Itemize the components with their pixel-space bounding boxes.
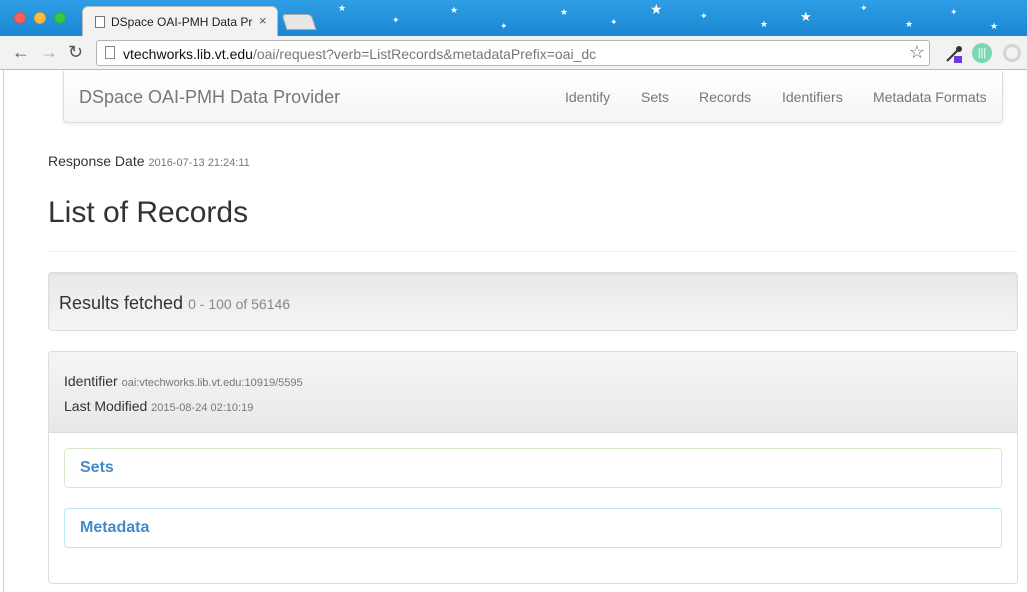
page-icon xyxy=(105,46,115,59)
decor-star-icon: ✦ xyxy=(700,11,708,21)
decor-star-icon: ★ xyxy=(905,19,914,29)
top-navbar: DSpace OAI-PMH Data Provider Identify Se… xyxy=(63,71,1003,123)
nav-records[interactable]: Records xyxy=(699,89,751,105)
metadata-panel[interactable]: Metadata xyxy=(64,508,1002,548)
metadata-link[interactable]: Metadata xyxy=(80,519,149,537)
last-modified-value: 2015-08-24 02:10:19 xyxy=(151,402,254,414)
decor-star-icon: ✦ xyxy=(392,15,400,25)
close-window-button[interactable] xyxy=(14,12,26,24)
last-modified-label: Last Modified xyxy=(64,398,148,414)
record-panel: Identifier oai:vtechworks.lib.vt.edu:109… xyxy=(48,351,1018,584)
decor-star-icon: ★ xyxy=(760,19,769,29)
audio-extension-icon[interactable]: ||| xyxy=(972,43,992,63)
decor-star-icon: ✦ xyxy=(950,7,958,17)
response-date-label: Response Date xyxy=(48,153,145,169)
results-panel: Results fetched 0 - 100 of 56146 xyxy=(48,272,1018,331)
eyedropper-extension-icon[interactable] xyxy=(944,44,964,64)
window-left-edge xyxy=(0,70,4,592)
decor-star-icon: ★ xyxy=(990,21,999,31)
circle-extension-icon[interactable] xyxy=(1003,44,1021,62)
sets-panel[interactable]: Sets xyxy=(64,448,1002,488)
bookmark-star-icon[interactable]: ☆ xyxy=(909,42,925,63)
decor-star-icon: ✦ xyxy=(500,21,508,31)
response-date-value: 2016-07-13 21:24:11 xyxy=(148,157,250,169)
results-label: Results fetched 0 - 100 of 56146 xyxy=(59,293,290,314)
decor-star-icon: ★ xyxy=(560,7,569,17)
reload-button[interactable]: ↻ xyxy=(68,41,83,63)
browser-toolbar: ← → ↻ vtechworks.lib.vt.edu/oai/request?… xyxy=(0,36,1027,70)
forward-button[interactable]: → xyxy=(40,41,58,63)
nav-sets[interactable]: Sets xyxy=(641,89,669,105)
address-bar[interactable]: vtechworks.lib.vt.edu/oai/request?verb=L… xyxy=(96,40,930,66)
zoom-window-button[interactable] xyxy=(54,12,66,24)
decor-star-icon: ✦ xyxy=(610,17,618,27)
nav-identifiers[interactable]: Identifiers xyxy=(782,89,843,105)
page-icon xyxy=(95,16,105,28)
navbar-brand[interactable]: DSpace OAI-PMH Data Provider xyxy=(79,87,340,108)
divider xyxy=(48,251,1018,252)
minimize-window-button[interactable] xyxy=(34,12,46,24)
decor-star-icon: ✦ xyxy=(860,3,868,13)
decor-star-icon: ★ xyxy=(650,1,663,17)
response-date: Response Date 2016-07-13 21:24:11 xyxy=(48,153,250,169)
sets-link[interactable]: Sets xyxy=(80,459,114,477)
new-tab-button[interactable] xyxy=(281,14,317,30)
identifier-field: Identifier oai:vtechworks.lib.vt.edu:109… xyxy=(64,373,303,389)
decor-star-icon: ★ xyxy=(800,9,812,24)
browser-tab[interactable]: DSpace OAI-PMH Data Provider × xyxy=(82,6,278,36)
identifier-label: Identifier xyxy=(64,373,118,389)
decor-star-icon: ★ xyxy=(338,3,347,13)
last-modified-field: Last Modified 2015-08-24 02:10:19 xyxy=(64,398,253,414)
tab-close-button[interactable]: × xyxy=(259,13,267,28)
results-title: Results fetched xyxy=(59,293,184,313)
back-button[interactable]: ← xyxy=(12,41,30,63)
nav-metadata-formats[interactable]: Metadata Formats xyxy=(873,89,987,105)
record-header: Identifier oai:vtechworks.lib.vt.edu:109… xyxy=(49,352,1017,433)
tab-title: DSpace OAI-PMH Data Provider xyxy=(111,15,253,29)
nav-identify[interactable]: Identify xyxy=(565,89,610,105)
url-text[interactable]: vtechworks.lib.vt.edu/oai/request?verb=L… xyxy=(123,46,596,62)
identifier-value: oai:vtechworks.lib.vt.edu:10919/5595 xyxy=(121,377,303,389)
results-range: 0 - 100 of 56146 xyxy=(188,296,291,312)
decor-star-icon: ★ xyxy=(450,5,459,15)
page-title: List of Records xyxy=(48,196,249,229)
url-path: /oai/request?verb=ListRecords&metadataPr… xyxy=(252,46,597,62)
browser-tab-bar: ★ ✦ ★ ✦ ★ ✦ ★ ✦ ★ ★ ✦ ★ ✦ ★ DSpace OAI-P… xyxy=(0,0,1027,36)
url-host: vtechworks.lib.vt.edu xyxy=(123,46,253,62)
